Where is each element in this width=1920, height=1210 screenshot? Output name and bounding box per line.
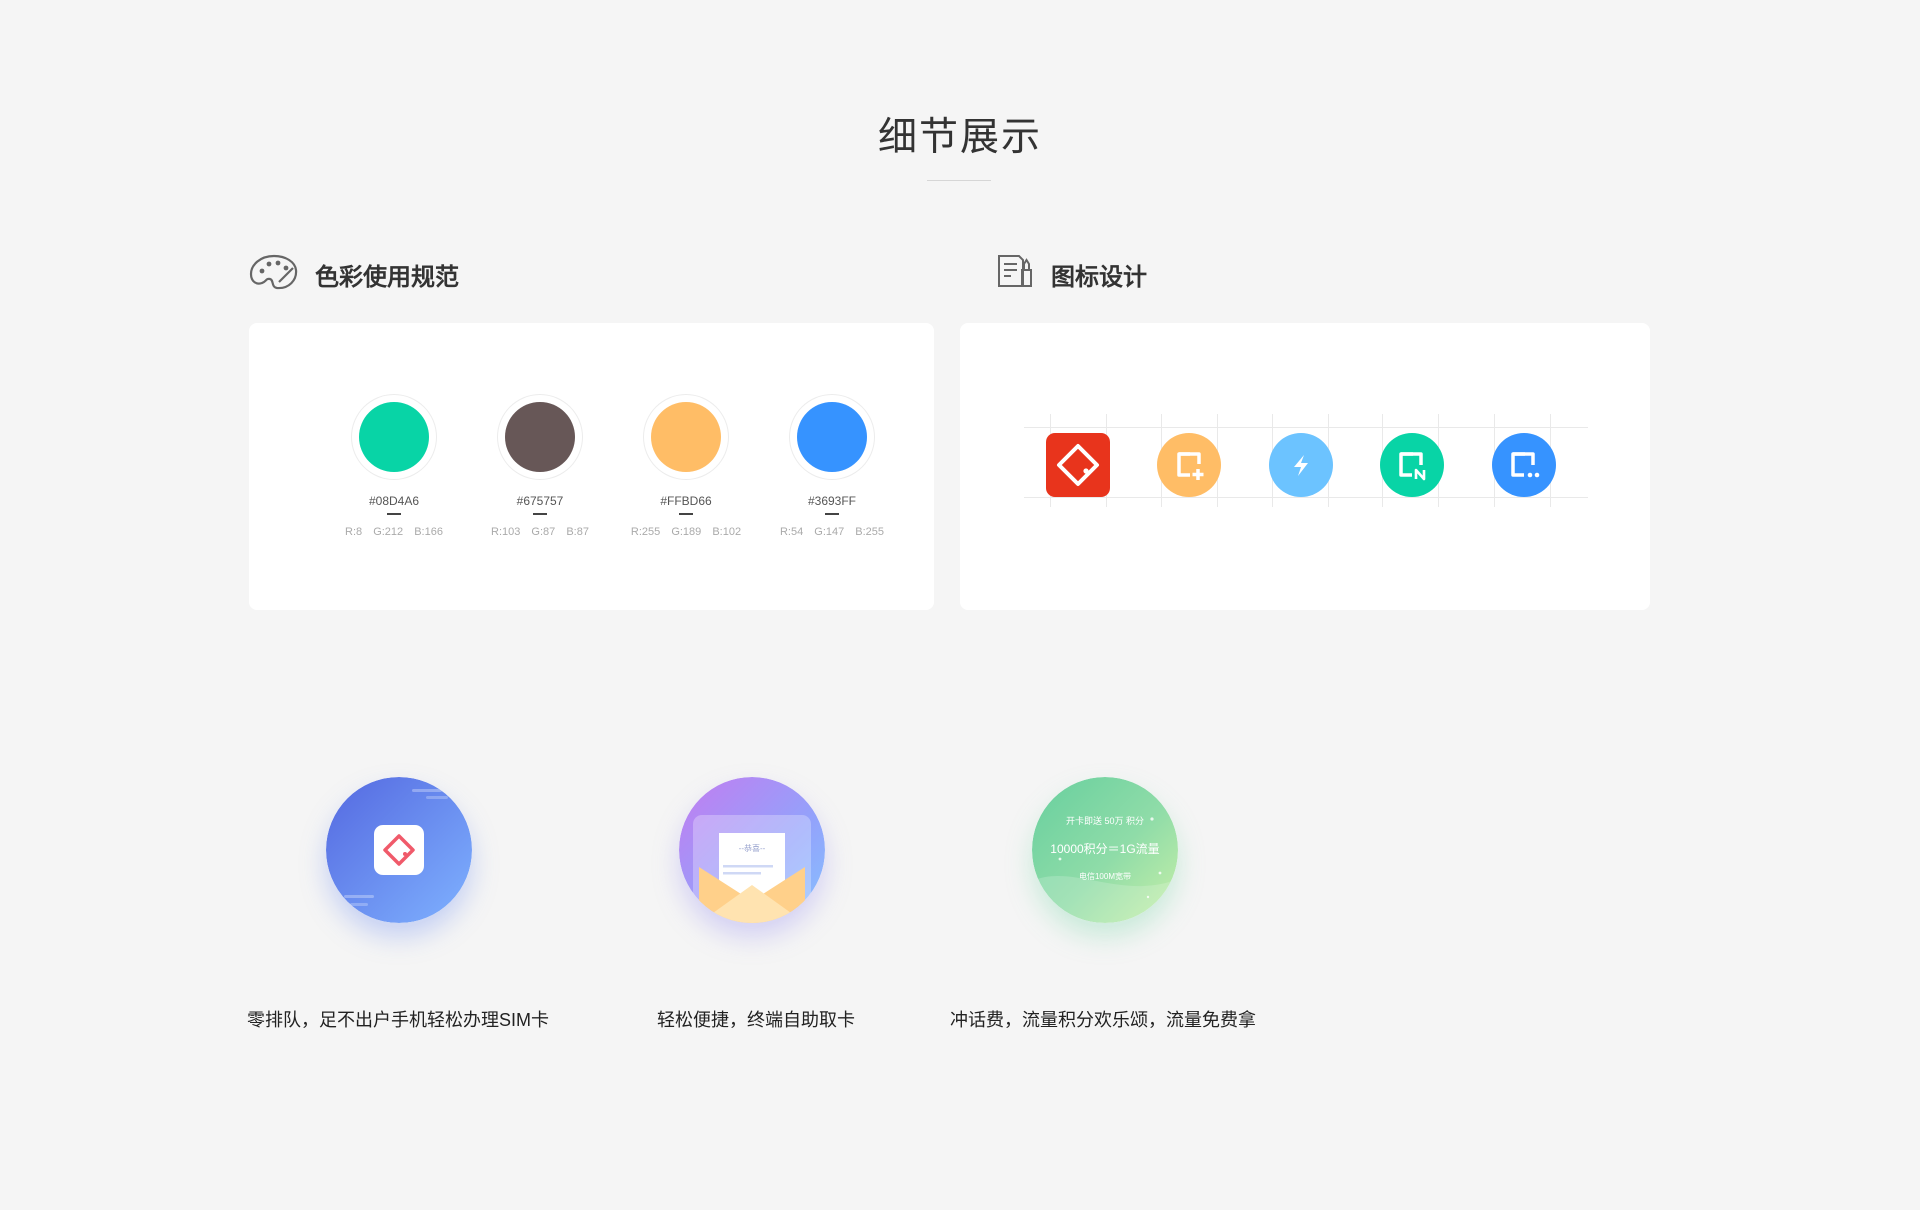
icon-section-label: 图标设计 bbox=[1051, 263, 1147, 291]
color-hex: #675757 bbox=[516, 494, 564, 508]
feature-caption: 零排队，足不出户手机轻松办理SIM卡 bbox=[247, 1010, 549, 1030]
color-swatch: #FFBD66 R:255 G:189 B:102 bbox=[613, 395, 759, 538]
divider bbox=[679, 513, 693, 515]
divider bbox=[825, 513, 839, 515]
palette-icon bbox=[249, 252, 299, 297]
color-hex: #08D4A6 bbox=[368, 494, 420, 508]
card-more-icon bbox=[1492, 433, 1556, 497]
color-hex: #3693FF bbox=[807, 494, 857, 508]
document-edit-icon bbox=[995, 252, 1035, 297]
color-rgb: R:255 G:189 B:102 bbox=[630, 526, 742, 538]
color-swatch: #3693FF R:54 G:147 B:255 bbox=[759, 395, 905, 538]
feature-caption: 冲话费，流量积分欢乐颂，流量免费拿 bbox=[950, 1010, 1256, 1030]
divider bbox=[387, 513, 401, 515]
color-rgb: R:103 G:87 B:87 bbox=[491, 526, 589, 538]
envelope-illustration: --恭喜-- bbox=[679, 777, 825, 923]
lightning-icon bbox=[1269, 433, 1333, 497]
color-swatch: #08D4A6 R:8 G:212 B:166 bbox=[321, 395, 467, 538]
card-add-icon bbox=[1157, 433, 1221, 497]
color-dot bbox=[505, 402, 575, 472]
icon-grid bbox=[1024, 414, 1588, 507]
color-dot bbox=[651, 402, 721, 472]
title-divider bbox=[927, 180, 991, 181]
color-hex: #FFBD66 bbox=[660, 494, 712, 508]
color-swatch: #675757 R:103 G:87 B:87 bbox=[467, 395, 613, 538]
sim-card-illustration bbox=[326, 777, 472, 923]
page-title: 细节展示 bbox=[877, 116, 1042, 159]
color-palette-card: #08D4A6 R:8 G:212 B:166 #675757 R:103 G:… bbox=[249, 323, 934, 610]
sim-diamond-icon bbox=[1046, 433, 1110, 497]
color-rgb: R:8 G:212 B:166 bbox=[345, 526, 443, 538]
color-dot bbox=[797, 402, 867, 472]
letter-title: --恭喜-- bbox=[738, 844, 766, 853]
icon-section-header: 图标设计 bbox=[995, 252, 1147, 296]
points-illustration: 开卡即送 50万 积分 10000积分＝1G流量 电信100M宽带 bbox=[1032, 777, 1178, 923]
color-dot bbox=[359, 402, 429, 472]
points-line-1: 开卡即送 50万 积分 bbox=[1065, 816, 1144, 826]
feature-caption: 轻松便捷，终端自助取卡 bbox=[657, 1010, 855, 1030]
divider bbox=[533, 513, 547, 515]
color-section-label: 色彩使用规范 bbox=[315, 263, 459, 291]
icon-design-card bbox=[960, 323, 1650, 610]
card-n-icon bbox=[1380, 433, 1444, 497]
points-line-2: 10000积分＝1G流量 bbox=[1050, 842, 1160, 856]
points-line-3: 电信100M宽带 bbox=[1078, 872, 1131, 881]
color-rgb: R:54 G:147 B:255 bbox=[779, 526, 885, 538]
color-section-header: 色彩使用规范 bbox=[249, 252, 459, 296]
